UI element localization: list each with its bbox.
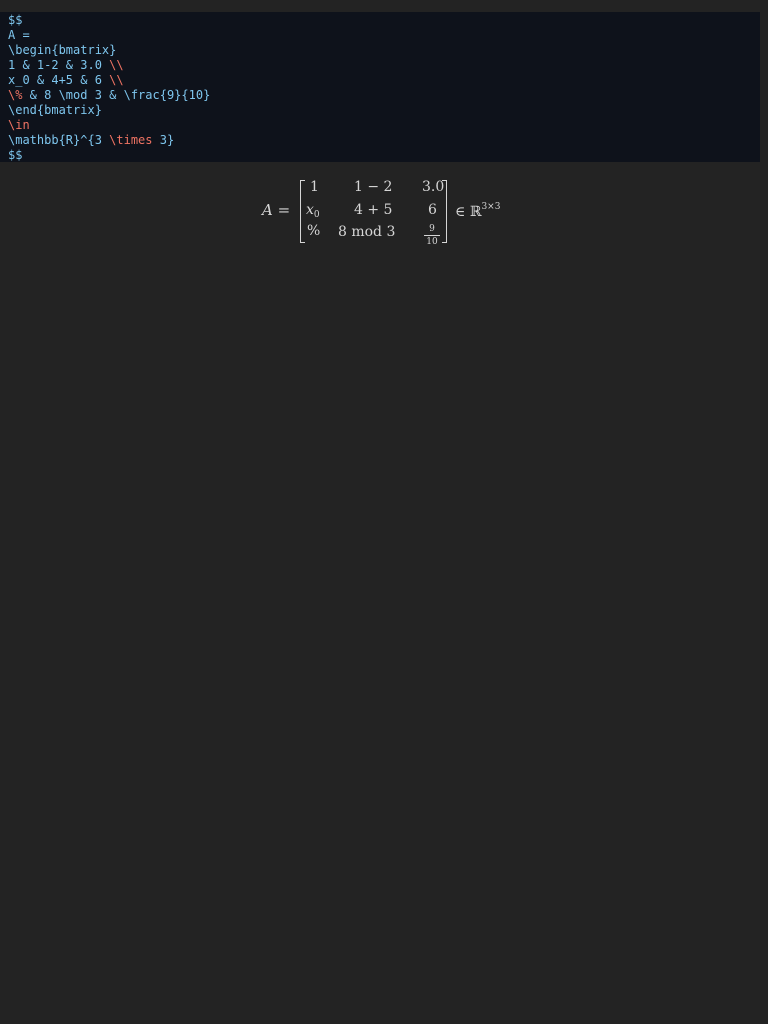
code-token-command: \%	[8, 88, 23, 102]
math-rhs: ∈ ℝ3×3	[455, 202, 500, 220]
code-line: \in	[8, 118, 760, 133]
code-line: $$	[8, 13, 760, 28]
code-line: \begin{bmatrix}	[8, 43, 760, 58]
fraction-numerator: 9	[424, 224, 440, 236]
matrix-cell-r0c1: 1 − 2	[354, 179, 393, 195]
matrix-cell-r0c2: 3.0	[422, 179, 445, 195]
rendered-math-display: A = 1 1 − 2 3.0 x0 4 + 5 6 % 8 mod 3 9 10…	[0, 170, 768, 250]
math-lhs: A =	[262, 201, 290, 219]
fraction-denominator: 10	[426, 237, 438, 247]
code-token-text: $$	[8, 13, 23, 27]
code-token-text: x_0 & 4+5 & 6	[8, 73, 110, 87]
code-line: \% & 8 \mod 3 & \frac{9}{10}	[8, 88, 760, 103]
matrix-cell-r1c1: 4 + 5	[354, 202, 393, 218]
math-dimension-superscript: 3×3	[481, 202, 501, 212]
math-equals: =	[272, 201, 291, 219]
code-token-text: \end{bmatrix}	[8, 103, 102, 117]
code-token-text: & 8 \mod 3 & \frac{9}{10}	[22, 88, 211, 102]
code-line: $$	[8, 148, 760, 163]
code-line: 1 & 1-2 & 3.0 \\	[8, 58, 760, 73]
matrix-cell-r0c0: 1	[310, 179, 319, 195]
matrix-cell-r2c1: 8 mod 3	[338, 224, 396, 240]
matrix-left-bracket	[300, 180, 305, 243]
code-line: \end{bmatrix}	[8, 103, 760, 118]
code-line: A =	[8, 28, 760, 43]
matrix-cell-r1c0: x0	[306, 202, 320, 223]
code-token-text: A =	[8, 28, 30, 42]
latex-source-code-block[interactable]: $$ A = \begin{bmatrix} 1 & 1-2 & 3.0 \\ x_0 …	[0, 12, 760, 162]
code-token-text: 3}	[152, 133, 175, 147]
math-element-of-reals: ∈ ℝ	[455, 204, 482, 220]
code-token-command: \times	[109, 133, 153, 147]
matrix-cell-r1c0-base: x	[306, 202, 314, 218]
matrix-cell-r1c0-subscript: 0	[313, 210, 320, 220]
code-token-command: \\	[109, 73, 124, 87]
code-line: x_0 & 4+5 & 6 \\	[8, 73, 760, 88]
code-token-command: \\	[109, 58, 124, 72]
code-token-text: \begin{bmatrix}	[8, 43, 117, 57]
math-variable-a: A	[262, 201, 273, 219]
code-token-command: \in	[8, 118, 30, 132]
code-token-text: $$	[8, 148, 23, 162]
markdown-preview: $$ A = \begin{bmatrix} 1 & 1-2 & 3.0 \\ x_0 …	[0, 0, 768, 1024]
code-token-text: 1 & 1-2 & 3.0	[8, 58, 110, 72]
matrix-cell-r2c0: %	[307, 223, 321, 239]
matrix-cell-r2c2-fraction: 9 10	[424, 224, 440, 247]
matrix-cell-r1c2: 6	[428, 202, 437, 218]
code-token-text: \mathbb{R}^{3	[8, 133, 110, 147]
code-line: \mathbb{R}^{3 \times 3}	[8, 133, 760, 148]
